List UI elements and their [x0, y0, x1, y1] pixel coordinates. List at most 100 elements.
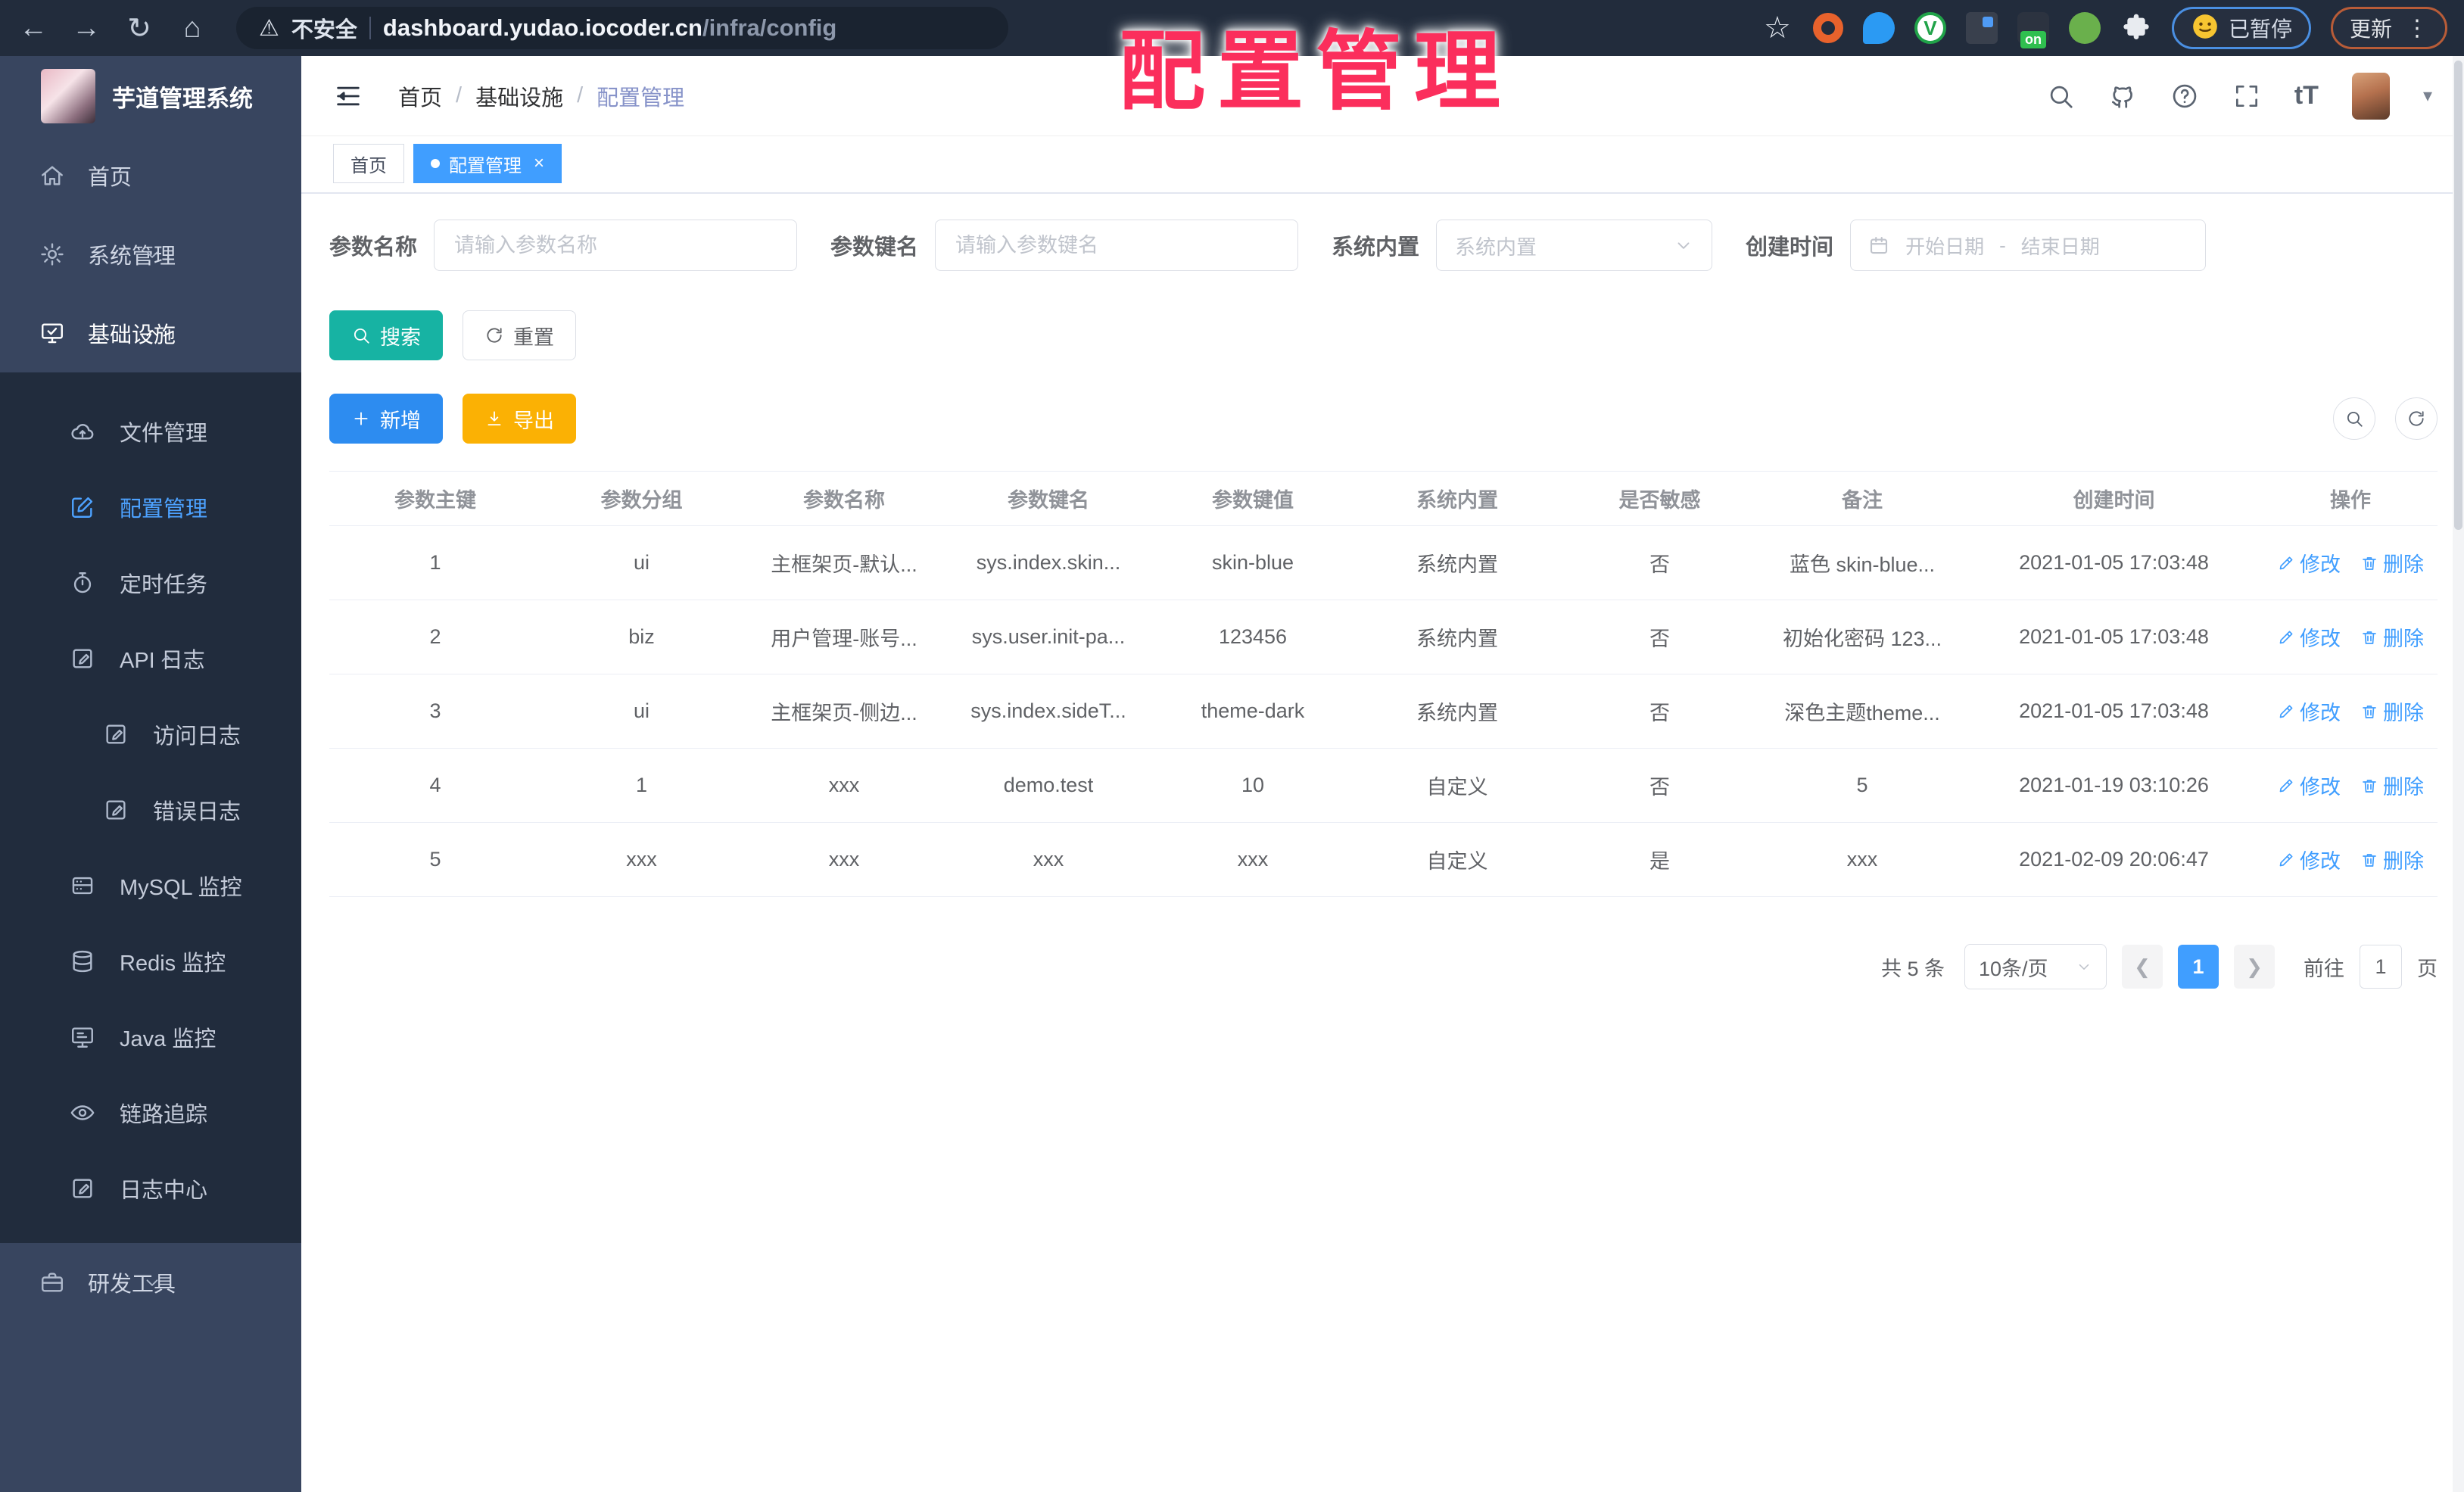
search-actions: 搜索 重置	[329, 310, 2438, 360]
sidebar-item[interactable]: 错误日志	[0, 772, 301, 848]
page-content: 参数名称 参数键名 系统内置 系统内置 创建时间 开始日期 - 结束日期	[301, 194, 2464, 989]
delete-link[interactable]: 删除	[2360, 696, 2424, 726]
bookmark-star-icon[interactable]: ☆	[1762, 11, 1793, 45]
search-button[interactable]: 搜索	[329, 310, 443, 360]
sidebar-submenu: 文件管理 配置管理 定时任务 API 日志 访问日志 错误日志 MySQL 监控 Redis …	[0, 372, 301, 1243]
address-bar[interactable]: ⚠ 不安全 dashboard.yudao.iocoder.cn/infra/c…	[236, 7, 1008, 49]
table-row[interactable]: 2 biz 用户管理-账号... sys.user.init-pa... 123456 系…	[329, 600, 2438, 674]
sidebar-item[interactable]: 访问日志	[0, 696, 301, 772]
edit-link[interactable]: 修改	[2277, 771, 2341, 800]
stack-icon	[70, 948, 95, 974]
table-cell: 3	[329, 674, 541, 749]
table-row[interactable]: 4 1 xxx demo.test 10 自定义否 5 2021-01-19 03:10:26…	[329, 748, 2438, 823]
column-header: 参数主键	[329, 471, 541, 526]
extension-on-icon[interactable]	[2017, 12, 2049, 48]
user-menu-caret-icon[interactable]: ▾	[2423, 85, 2432, 107]
column-header: 操作	[2263, 471, 2438, 526]
chevron-down-icon	[1674, 235, 1693, 255]
toggle-search-icon[interactable]	[2333, 397, 2375, 440]
sidebar-item-label: Java 监控	[120, 1027, 216, 1051]
extension-green-v-icon[interactable]: V	[1914, 12, 1946, 44]
next-page-button[interactable]: ❯	[2234, 945, 2275, 989]
reset-button[interactable]: 重置	[463, 310, 576, 360]
delete-link[interactable]: 删除	[2360, 845, 2424, 874]
current-page[interactable]: 1	[2178, 945, 2219, 989]
table-row[interactable]: 5 xxx xxx xxx xxx 自定义是 xxx 2021-02-09 20:06:47 修…	[329, 822, 2438, 897]
sidebar-item[interactable]: Java 监控	[0, 999, 301, 1075]
url-host: dashboard.yudao.iocoder.cn	[382, 14, 702, 41]
chevron-up-icon	[39, 323, 265, 343]
scrollbar-thumb[interactable]	[2454, 61, 2462, 530]
sidebar-item[interactable]: API 日志	[0, 621, 301, 696]
table-cell: sys.index.sideT...	[946, 674, 1151, 749]
system-builtin-select[interactable]: 系统内置	[1436, 220, 1713, 271]
delete-link[interactable]: 删除	[2360, 622, 2424, 652]
prev-page-button[interactable]: ❮	[2122, 945, 2163, 989]
sidebar-item[interactable]: 文件管理	[0, 394, 301, 469]
sidebar-menu-bottom: 研发工具	[0, 1243, 301, 1322]
fullscreen-icon[interactable]	[2232, 82, 2261, 111]
sidebar-item[interactable]: 系统管理	[0, 215, 301, 294]
table-cell: xxx	[1151, 822, 1355, 897]
close-tab-icon[interactable]: ×	[534, 153, 544, 174]
sidebar-item[interactable]: 定时任务	[0, 545, 301, 621]
font-size-icon[interactable]: tT	[2294, 81, 2319, 111]
date-range-picker[interactable]: 开始日期 - 结束日期	[1850, 220, 2207, 271]
edit-link-label: 修改	[2300, 850, 2341, 873]
edit-link[interactable]: 修改	[2277, 548, 2341, 578]
table-cell: ui	[541, 525, 742, 600]
breadcrumb-infra[interactable]: 基础设施	[475, 80, 563, 112]
user-avatar[interactable]	[2351, 72, 2390, 120]
scrollbar-track[interactable]	[2453, 56, 2464, 1492]
sidebar-item[interactable]: 基础设施	[0, 294, 301, 372]
extension-blue-drop-icon[interactable]	[1862, 12, 1895, 44]
edit-link[interactable]: 修改	[2277, 845, 2341, 874]
profile-paused-badge[interactable]: 已暂停	[2171, 7, 2311, 49]
total-count: 共 5 条	[1880, 957, 1945, 980]
sidebar-item[interactable]: 配置管理	[0, 469, 301, 545]
tab-config[interactable]: 配置管理 ×	[413, 144, 562, 183]
extension-orange-icon[interactable]	[1812, 13, 1843, 43]
help-icon[interactable]	[2170, 82, 2199, 111]
table-cell: 2021-01-19 03:10:26	[1964, 748, 2263, 823]
browser-update-button[interactable]: 更新 ⋮	[2330, 7, 2447, 49]
delete-link[interactable]: 删除	[2360, 771, 2424, 800]
github-icon[interactable]	[2108, 82, 2137, 111]
search-icon[interactable]	[2046, 82, 2075, 111]
sidebar: 芋道管理系统 首页 系统管理 基础设施 文件管理 配置管理 定时任务 API 日志 访问日志…	[0, 56, 301, 1492]
edit-link[interactable]: 修改	[2277, 622, 2341, 652]
delete-link[interactable]: 删除	[2360, 548, 2424, 578]
sidebar-logo[interactable]: 芋道管理系统	[0, 56, 301, 136]
browser-menu-icon[interactable]: ⋮	[2406, 15, 2428, 42]
tab-home[interactable]: 首页	[333, 144, 404, 183]
extension-leaf-icon[interactable]	[2068, 12, 2101, 44]
collapse-sidebar-icon[interactable]	[333, 81, 363, 111]
table-row[interactable]: 1 ui 主框架页-默认... sys.index.skin... skin-blue 系…	[329, 525, 2438, 600]
sidebar-item[interactable]: 研发工具	[0, 1243, 301, 1322]
browser-forward-icon[interactable]: →	[70, 12, 103, 45]
edit-link[interactable]: 修改	[2277, 696, 2341, 726]
sidebar-item[interactable]: 日志中心	[0, 1151, 301, 1226]
refresh-table-icon[interactable]	[2395, 397, 2438, 440]
delete-link-label: 删除	[2383, 553, 2424, 576]
sidebar-item[interactable]: 链路追踪	[0, 1075, 301, 1151]
page-size-select[interactable]: 10条/页	[1964, 944, 2107, 989]
extensions-puzzle-icon[interactable]	[2120, 12, 2152, 44]
sidebar-item[interactable]: 首页	[0, 136, 301, 215]
actions-cell: 修改 删除	[2263, 600, 2438, 674]
table-cell: xxx	[946, 822, 1151, 897]
browser-back-icon[interactable]: ←	[17, 12, 50, 45]
export-button[interactable]: 导出	[463, 394, 576, 444]
goto-page-input[interactable]	[2360, 945, 2402, 989]
topbar: 首页 / 基础设施 / 配置管理 tT ▾	[301, 56, 2464, 136]
table-row[interactable]: 3 ui 主框架页-侧边... sys.index.sideT... theme-dar…	[329, 674, 2438, 749]
sidebar-item[interactable]: Redis 监控	[0, 924, 301, 999]
sidebar-item[interactable]: MySQL 监控	[0, 848, 301, 924]
extension-grid-icon[interactable]	[1965, 12, 1998, 44]
add-button[interactable]: 新增	[329, 394, 443, 444]
browser-home-icon[interactable]: ⌂	[176, 12, 209, 45]
breadcrumb-home[interactable]: 首页	[398, 80, 442, 112]
browser-reload-icon[interactable]: ↻	[123, 11, 156, 45]
param-name-input[interactable]	[434, 220, 798, 271]
param-key-input[interactable]	[935, 220, 1299, 271]
